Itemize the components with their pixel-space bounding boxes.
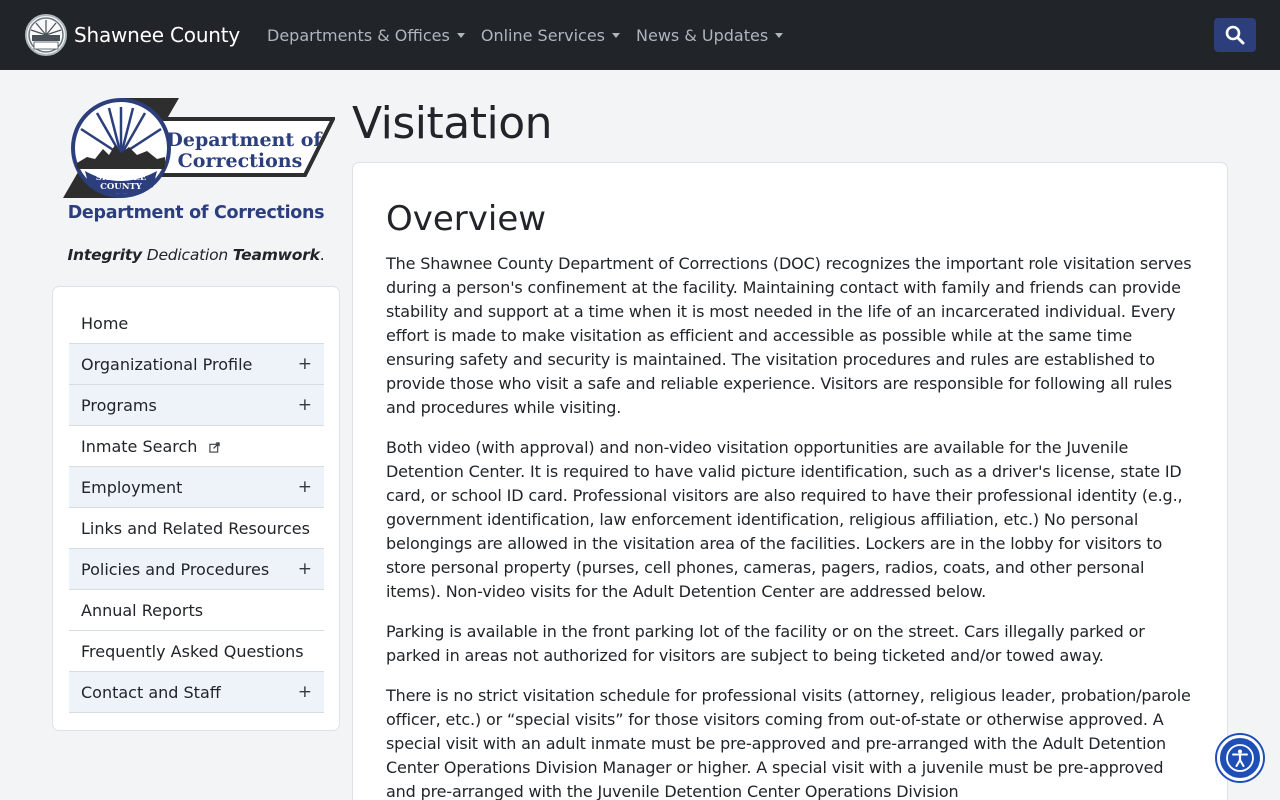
chevron-down-icon — [775, 32, 784, 38]
sidebar-item-home[interactable]: Home — [69, 303, 324, 344]
section-title: Overview — [386, 199, 547, 239]
brand-link[interactable]: Shawnee County — [25, 14, 240, 56]
sidebar-item-faq[interactable]: Frequently Asked Questions — [69, 631, 324, 672]
expand-icon[interactable]: + — [298, 682, 312, 702]
motto-word: Integrity — [67, 246, 142, 264]
sidebar-item-links-resources[interactable]: Links and Related Resources — [69, 508, 324, 549]
sidebar-item-label: Programs — [81, 395, 157, 415]
sidebar-item-label: Inmate Search — [81, 436, 198, 456]
sidebar-item-label-wrap: Inmate Search — [81, 437, 220, 456]
sidebar-list: Home Organizational Profile + Programs +… — [69, 303, 324, 713]
chevron-down-icon — [456, 32, 465, 38]
nav-label: Departments & Offices — [267, 25, 450, 45]
sidebar-item-annual-reports[interactable]: Annual Reports — [69, 590, 324, 631]
sidebar-item-label: Employment — [81, 477, 183, 497]
department-logo[interactable]: SHAWNEE COUNTY Department of Corrections — [57, 97, 337, 199]
logo-text-1: Department of — [166, 129, 323, 151]
county-seal-icon — [25, 14, 67, 56]
department-title: Department of Corrections — [67, 203, 325, 223]
sidebar-item-inmate-search[interactable]: Inmate Search — [69, 426, 324, 467]
nav-departments-offices[interactable]: Departments & Offices — [267, 26, 465, 45]
sidebar-item-programs[interactable]: Programs + — [69, 385, 324, 426]
nav-label: Online Services — [480, 25, 606, 45]
accessibility-icon — [1226, 744, 1254, 772]
expand-icon[interactable]: + — [298, 559, 312, 579]
sidebar-item-label: Contact and Staff — [81, 682, 221, 702]
sidebar-item-policies-procedures[interactable]: Policies and Procedures + — [69, 549, 324, 590]
sidebar-item-contact-staff[interactable]: Contact and Staff + — [69, 672, 324, 713]
search-button[interactable] — [1214, 18, 1256, 52]
nav-label: News & Updates — [636, 25, 769, 45]
sidebar-item-label: Organizational Profile — [81, 354, 253, 374]
sidebar-item-organizational-profile[interactable]: Organizational Profile + — [69, 344, 324, 385]
paragraph: Both video (with approval) and non-video… — [386, 438, 1183, 601]
expand-icon[interactable]: + — [298, 395, 312, 415]
paragraph: There is no strict visitation schedule f… — [386, 686, 1191, 800]
page-title: Visitation — [352, 98, 553, 149]
department-motto: Integrity Dedication Teamwork. — [52, 246, 340, 264]
sidebar-item-employment[interactable]: Employment + — [69, 467, 324, 508]
chevron-down-icon — [612, 32, 621, 38]
sidebar-item-label: Links and Related Resources — [81, 518, 310, 538]
content-card: Overview The Shawnee County Department o… — [352, 162, 1228, 800]
expand-icon[interactable]: + — [298, 477, 312, 497]
paragraph: Parking is available in the front parkin… — [386, 622, 1145, 665]
search-icon — [1225, 25, 1245, 45]
brand-name: Shawnee County — [74, 23, 241, 47]
external-link-icon — [208, 441, 220, 453]
accessibility-button[interactable] — [1217, 735, 1263, 781]
sidebar-nav: Home Organizational Profile + Programs +… — [52, 286, 340, 731]
sidebar-item-label: Home — [81, 313, 129, 333]
motto-word: Teamwork — [232, 246, 320, 264]
motto-end: . — [319, 246, 325, 264]
motto-word: Dedication — [146, 246, 229, 264]
expand-icon[interactable]: + — [298, 354, 312, 374]
sidebar-item-label: Annual Reports — [81, 600, 204, 620]
nav-online-services[interactable]: Online Services — [480, 25, 621, 45]
seal-text-2: COUNTY — [100, 182, 143, 192]
logo-text-2: Corrections — [178, 150, 303, 172]
top-navbar: Shawnee County Departments & Offices Onl… — [0, 0, 1280, 70]
main-menu: Departments & Offices Online Services Ne… — [267, 0, 799, 70]
nav-news-updates[interactable]: News & Updates — [636, 25, 784, 45]
content-body: The Shawnee County Department of Correct… — [386, 252, 1196, 800]
sidebar-item-label: Policies and Procedures — [81, 559, 270, 579]
paragraph: The Shawnee County Department of Correct… — [386, 254, 1192, 417]
sidebar-item-label: Frequently Asked Questions — [81, 641, 304, 661]
